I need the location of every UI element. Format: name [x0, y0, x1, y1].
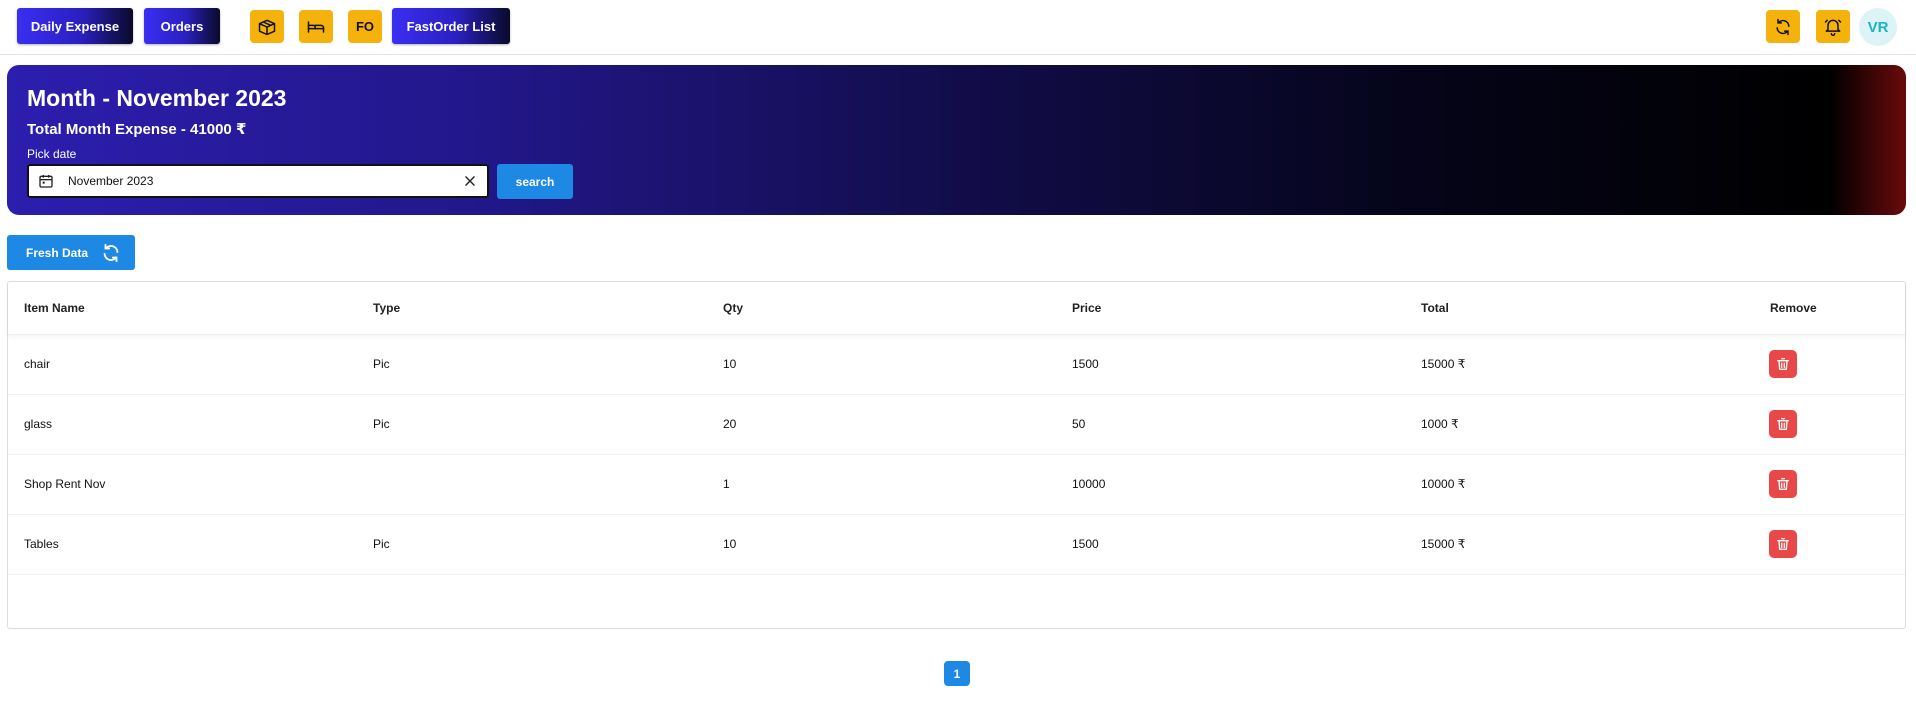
refresh-button[interactable] [1766, 10, 1800, 43]
delete-button[interactable] [1769, 530, 1797, 558]
cell-price: 1500 [1072, 537, 1099, 551]
table-row: glass Pic 20 50 1000 ₹ [8, 394, 1905, 455]
trash-icon [1777, 358, 1789, 370]
avatar[interactable]: VR [1859, 8, 1897, 46]
cell-total: 15000 ₹ [1421, 357, 1466, 371]
date-input[interactable] [66, 173, 450, 189]
column-header-item-name: Item Name [24, 301, 85, 315]
cell-type: Pic [373, 537, 390, 551]
close-icon[interactable] [463, 174, 477, 188]
orders-button[interactable]: Orders [144, 8, 220, 44]
cell-qty: 1 [723, 477, 730, 491]
cell-total: 15000 ₹ [1421, 537, 1466, 551]
calendar-icon[interactable] [38, 173, 54, 189]
cell-item-name: Tables [24, 537, 59, 551]
column-header-price: Price [1072, 301, 1102, 315]
bed-icon [307, 20, 325, 33]
column-header-total: Total [1421, 301, 1449, 315]
notifications-button[interactable] [1816, 10, 1850, 43]
search-button[interactable]: search [497, 164, 573, 199]
refresh-icon [1776, 18, 1790, 35]
package-button[interactable] [250, 10, 284, 43]
cell-total: 10000 ₹ [1421, 477, 1466, 491]
column-header-type: Type [373, 301, 401, 315]
fresh-data-label: Fresh Data [26, 245, 89, 260]
cell-qty: 10 [723, 357, 737, 371]
cell-qty: 20 [723, 417, 737, 431]
table-row: Shop Rent Nov 1 10000 10000 ₹ [8, 454, 1905, 515]
delete-button[interactable] [1769, 470, 1797, 498]
cell-item-name: Shop Rent Nov [24, 477, 106, 491]
cell-item-name: chair [24, 357, 51, 371]
bell-icon [1824, 19, 1842, 36]
total-month-expense: Total Month Expense - 41000 ₹ [27, 121, 247, 138]
fo-button[interactable]: FO [348, 10, 382, 43]
column-header-qty: Qty [723, 301, 744, 315]
cell-price: 50 [1072, 417, 1086, 431]
table-row: chair Pic 10 1500 15000 ₹ [8, 334, 1905, 395]
page-title: Month - November 2023 [27, 85, 287, 111]
cell-qty: 10 [723, 537, 737, 551]
cell-price: 10000 [1072, 477, 1106, 491]
daily-expense-button[interactable]: Daily Expense [17, 8, 133, 44]
top-navbar: Daily Expense Orders FO FastOrder List V… [0, 0, 1916, 55]
cell-item-name: glass [24, 417, 53, 431]
pagination-page-1[interactable]: 1 [944, 661, 970, 686]
trash-icon [1777, 538, 1789, 550]
column-header-remove: Remove [1770, 301, 1817, 315]
trash-icon [1777, 418, 1789, 430]
expense-table: Item Name Type Qty Price Total Remove ch… [7, 281, 1906, 629]
date-picker-field[interactable] [27, 164, 489, 198]
cell-price: 1500 [1072, 357, 1099, 371]
refresh-icon [103, 243, 119, 262]
fastorder-list-button[interactable]: FastOrder List [392, 8, 510, 44]
cell-type: Pic [373, 417, 390, 431]
fresh-data-button[interactable]: Fresh Data [7, 235, 135, 270]
bed-button[interactable] [299, 10, 333, 43]
fo-label: FO [355, 19, 375, 34]
delete-button[interactable] [1769, 350, 1797, 378]
table-row: Tables Pic 10 1500 15000 ₹ [8, 514, 1905, 575]
package-icon [258, 19, 276, 35]
table-header: Item Name Type Qty Price Total Remove [8, 282, 1905, 335]
delete-button[interactable] [1769, 410, 1797, 438]
month-banner: Month - November 2023 Total Month Expens… [7, 65, 1906, 215]
pick-date-label: Pick date [27, 147, 77, 161]
trash-icon [1777, 478, 1789, 490]
cell-type: Pic [373, 357, 390, 371]
cell-total: 1000 ₹ [1421, 417, 1459, 431]
